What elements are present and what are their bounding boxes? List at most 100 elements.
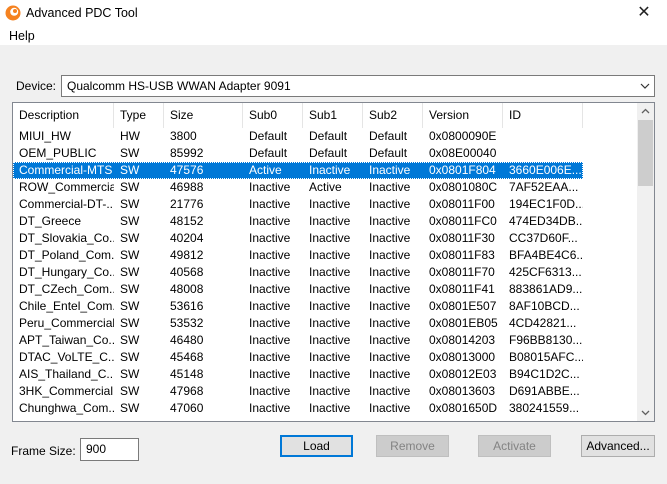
table-row[interactable]: MIUI_HW HW 3800 Default Default Default 0x0800… bbox=[13, 128, 639, 145]
device-select[interactable]: Qualcomm HS-USB WWAN Adapter 9091 bbox=[61, 75, 655, 97]
cell-sub0: Default bbox=[249, 129, 288, 143]
cell-sub2: Inactive bbox=[369, 231, 411, 245]
cell-id: 425CF6313... bbox=[509, 265, 582, 279]
table-row[interactable]: ROW_Commercial SW 46988 Inactive Active Inact… bbox=[13, 179, 639, 196]
cell-sub1: Inactive bbox=[309, 214, 351, 228]
table-row[interactable]: Commercial-MTS SW 47576 Active Inactive Inact… bbox=[13, 162, 583, 179]
cell-sub1: Inactive bbox=[309, 367, 351, 381]
scroll-thumb[interactable] bbox=[638, 120, 653, 186]
cell-description: Commercial-MTS bbox=[19, 163, 113, 177]
cell-sub2: Inactive bbox=[369, 350, 411, 364]
cell-description: DT_Poland_Com... bbox=[19, 248, 114, 262]
cell-version: 0x08014203 bbox=[429, 333, 496, 347]
load-button[interactable]: Load bbox=[280, 435, 353, 457]
table-row[interactable]: Chunghwa_Com... SW 47060 Inactive Inactive In… bbox=[13, 400, 639, 417]
table-row[interactable]: AIS_Thailand_C... SW 45148 Inactive Inactive… bbox=[13, 366, 639, 383]
cell-size: 46480 bbox=[170, 333, 204, 347]
cell-sub0: Inactive bbox=[249, 316, 291, 330]
table-row[interactable]: DT_Poland_Com... SW 49812 Inactive Inactive I… bbox=[13, 247, 639, 264]
cell-version: 0x08011F30 bbox=[429, 231, 495, 245]
cell-type: HW bbox=[120, 129, 140, 143]
column-header-sub2[interactable]: Sub2 bbox=[363, 103, 423, 128]
cell-type: SW bbox=[120, 367, 140, 381]
cell-version: 0x08013603 bbox=[429, 384, 496, 398]
cell-version: 0x08011F00 bbox=[429, 197, 495, 211]
cell-sub0: Inactive bbox=[249, 350, 291, 364]
cell-sub1: Active bbox=[309, 180, 342, 194]
cell-id bbox=[503, 145, 583, 162]
vertical-scrollbar[interactable] bbox=[637, 103, 654, 421]
cell-type: SW bbox=[120, 163, 140, 177]
cell-version: 0x0801E507 bbox=[429, 299, 497, 313]
cell-description: Peru_Commercial bbox=[19, 316, 114, 330]
cell-id: F96BB8130... bbox=[509, 333, 583, 347]
table-row[interactable]: Peru_Commercial SW 53532 Inactive Inactive In… bbox=[13, 315, 639, 332]
cell-size: 46988 bbox=[170, 180, 204, 194]
cell-id: 474ED34DB... bbox=[509, 214, 583, 228]
config-list[interactable]: Description Type Size Sub0 Sub1 Sub2 Version ID… bbox=[12, 102, 655, 422]
column-header-id[interactable]: ID bbox=[503, 103, 583, 128]
cell-description: DT_CZech_Com... bbox=[19, 282, 114, 296]
column-header-sub0[interactable]: Sub0 bbox=[243, 103, 303, 128]
cell-description: 3HK_Commercial... bbox=[19, 384, 114, 398]
table-row[interactable]: DT_CZech_Com... SW 48008 Inactive Inactive In… bbox=[13, 281, 639, 298]
frame-size-label: Frame Size: bbox=[11, 444, 76, 458]
table-row[interactable]: Chile_Entel_Com... SW 53616 Inactive Inactiv… bbox=[13, 298, 639, 315]
cell-type: SW bbox=[120, 197, 140, 211]
table-row[interactable]: OEM_PUBLIC SW 85992 Default Default Default 0x… bbox=[13, 145, 639, 162]
cell-size: 3800 bbox=[170, 129, 197, 143]
cell-type: SW bbox=[120, 214, 140, 228]
cell-sub0: Inactive bbox=[249, 384, 291, 398]
list-header: Description Type Size Sub0 Sub1 Sub2 Version ID bbox=[13, 103, 639, 128]
cell-type: SW bbox=[120, 231, 140, 245]
menu-help[interactable]: Help bbox=[9, 29, 35, 43]
table-row[interactable]: DTAC_VoLTE_C... SW 45468 Inactive Inactive In… bbox=[13, 349, 639, 366]
table-row[interactable]: APT_Taiwan_Co... SW 46480 Inactive Inactive I… bbox=[13, 332, 639, 349]
cell-version: 0x08011F83 bbox=[429, 248, 495, 262]
cell-sub0: Inactive bbox=[249, 180, 291, 194]
activate-button[interactable]: Activate bbox=[478, 435, 551, 457]
scroll-up-icon[interactable] bbox=[637, 103, 654, 120]
cell-sub0: Inactive bbox=[249, 231, 291, 245]
close-button[interactable]: ✕ bbox=[621, 0, 667, 26]
table-row[interactable]: DT_Hungary_Co... SW 40568 Inactive Inactive I… bbox=[13, 264, 639, 281]
cell-sub1: Inactive bbox=[309, 316, 351, 330]
cell-id: 883861AD9... bbox=[509, 282, 583, 296]
cell-sub2: Inactive bbox=[369, 401, 411, 415]
column-header-size[interactable]: Size bbox=[164, 103, 243, 128]
chevron-down-icon[interactable] bbox=[639, 80, 651, 92]
cell-id: 3660E006E... bbox=[509, 163, 582, 177]
scroll-down-icon[interactable] bbox=[637, 404, 654, 421]
cell-version: 0x08012E03 bbox=[429, 367, 497, 381]
table-row[interactable]: Commercial-DT-... SW 21776 Inactive Inactive… bbox=[13, 196, 639, 213]
table-row[interactable]: DT_Slovakia_Co... SW 40204 Inactive Inactive… bbox=[13, 230, 639, 247]
cell-sub0: Active bbox=[249, 163, 282, 177]
cell-type: SW bbox=[120, 265, 140, 279]
cell-sub2: Default bbox=[369, 129, 408, 143]
cell-sub1: Inactive bbox=[309, 299, 351, 313]
column-header-version[interactable]: Version bbox=[423, 103, 503, 128]
cell-sub2: Inactive bbox=[369, 248, 411, 262]
column-header-sub1[interactable]: Sub1 bbox=[303, 103, 363, 128]
cell-sub1: Inactive bbox=[309, 248, 351, 262]
cell-size: 40204 bbox=[170, 231, 204, 245]
cell-id: CC37D60F... bbox=[509, 231, 578, 245]
cell-sub2: Inactive bbox=[369, 316, 411, 330]
table-row[interactable]: DT_Greece SW 48152 Inactive Inactive Inactive… bbox=[13, 213, 639, 230]
cell-type: SW bbox=[120, 333, 140, 347]
remove-button[interactable]: Remove bbox=[376, 435, 449, 457]
frame-size-input[interactable]: 900 bbox=[80, 438, 139, 461]
cell-type: SW bbox=[120, 401, 140, 415]
table-row[interactable]: 3HK_Commercial... SW 47968 Inactive Inactive… bbox=[13, 383, 639, 400]
cell-size: 53532 bbox=[170, 316, 204, 330]
cell-sub2: Inactive bbox=[369, 299, 411, 313]
window-title: Advanced PDC Tool bbox=[26, 6, 138, 20]
advanced-button[interactable]: Advanced... bbox=[581, 435, 655, 457]
cell-size: 85992 bbox=[170, 146, 204, 160]
cell-description: ROW_Commercial bbox=[19, 180, 114, 194]
column-header-type[interactable]: Type bbox=[114, 103, 164, 128]
cell-size: 21776 bbox=[170, 197, 204, 211]
cell-description: DT_Greece bbox=[19, 214, 82, 228]
column-header-description[interactable]: Description bbox=[13, 103, 114, 128]
cell-sub2: Inactive bbox=[369, 333, 411, 347]
